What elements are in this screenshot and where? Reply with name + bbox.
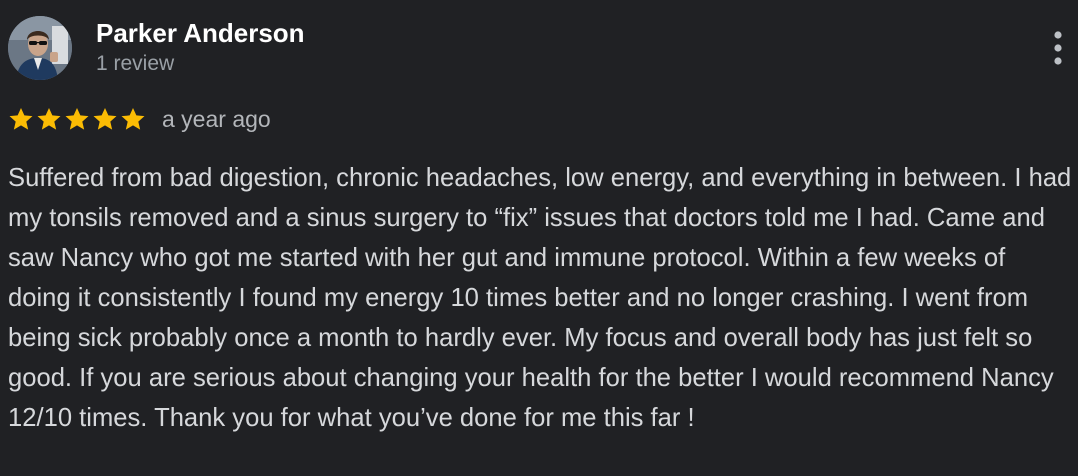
review-card: Parker Anderson 1 review a year ago Suff… [0,0,1078,476]
more-vertical-icon [1054,31,1062,65]
review-date: a year ago [162,106,271,132]
author-name[interactable]: Parker Anderson [96,18,305,48]
review-meta: a year ago [8,103,271,135]
more-options-button[interactable] [1048,28,1068,68]
review-text: Suffered from bad digestion, chronic hea… [8,164,1072,432]
star-icon [93,107,117,130]
star-icon [9,107,33,130]
star-rating [8,106,146,132]
star-icon [37,107,61,130]
author-info: Parker Anderson 1 review [96,18,305,77]
review-header: Parker Anderson 1 review [8,16,1070,82]
avatar[interactable] [8,16,72,80]
star-icon [65,107,89,130]
review-count[interactable]: 1 review [96,51,305,77]
star-icon [121,107,145,130]
avatar-photo [8,16,72,80]
